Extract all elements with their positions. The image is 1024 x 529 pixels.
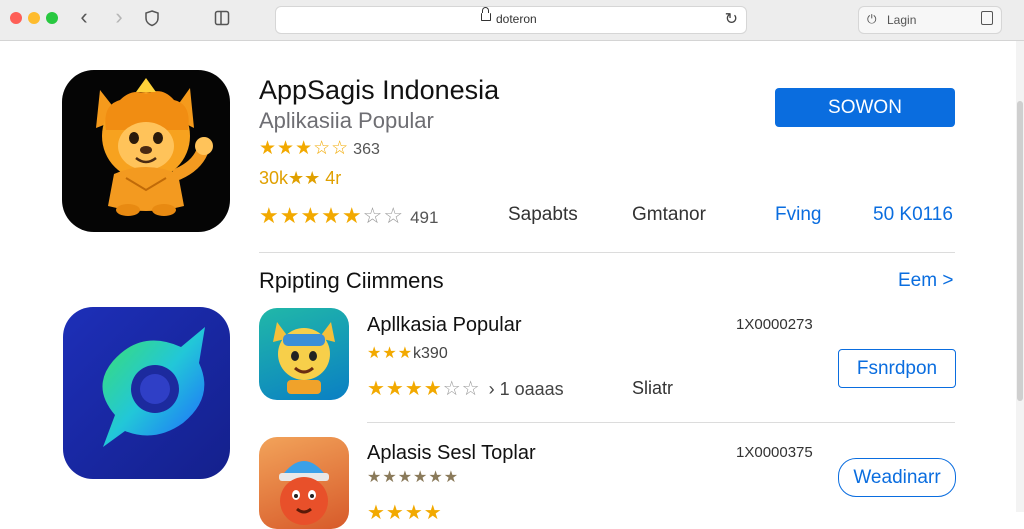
app-rating-detail: ★★★★★☆☆ 491 [259, 203, 438, 229]
list-item-meta: Sliatr [632, 378, 674, 398]
login-button[interactable]: ⏻ Lagin [858, 6, 1002, 34]
url-text: doteron [496, 12, 537, 26]
app-icon-chat[interactable] [63, 307, 230, 479]
login-label: Lagin [887, 13, 917, 27]
rating-stars-filled: ★★★★★ [259, 203, 363, 228]
minimize-window-button[interactable] [28, 12, 40, 24]
page-scrollbar[interactable] [1016, 41, 1024, 512]
list-item-rank: 1X0000375 [736, 444, 813, 461]
lock-icon [481, 7, 491, 21]
list-item-icon[interactable] [259, 308, 349, 400]
list-item-stars: ★★★★ [367, 500, 443, 525]
list-item-stars: ★★★★☆☆ › 1 oaaas [367, 376, 564, 401]
rating-stars: ★★★☆☆ [259, 138, 350, 159]
list-item-rank: 1X0000273 [736, 316, 813, 333]
stat-downloads[interactable]: 50 K0116 [873, 204, 953, 226]
stat-rating-link[interactable]: Fving [775, 204, 821, 226]
zoom-window-button[interactable] [46, 12, 58, 24]
rating-stars-empty: ☆☆ [362, 203, 405, 228]
rating-count: 363 [353, 141, 380, 158]
list-item-rating-small: ★★★k390 [367, 343, 448, 363]
close-window-button[interactable] [10, 12, 22, 24]
sidebar-icon[interactable] [213, 9, 231, 27]
rating-stars-filled: ★★★★ [367, 378, 443, 400]
rating-stars: ★★★ [367, 345, 414, 362]
list-item-title[interactable]: Apllkasia Popular [367, 314, 522, 337]
app-icon-mascot[interactable] [62, 70, 230, 232]
app-subtitle: Aplikasiia Popular [259, 108, 434, 133]
rating-count: k390 [413, 345, 448, 362]
rating-stars: ★★★★★★ [367, 469, 460, 486]
power-icon: ⏻ [867, 12, 877, 26]
browser-toolbar: ‹ › doteron ↻ ⏻ Lagin [0, 0, 1024, 41]
row-divider [367, 422, 955, 423]
rating-stars-filled: ★★★★ [367, 502, 443, 524]
reload-icon[interactable]: ↻ [725, 9, 738, 29]
section-divider [259, 252, 955, 253]
rating-count: 491 [410, 208, 439, 227]
list-item-action-button[interactable]: Fsnrdpon [838, 349, 956, 388]
list-item-rating-small: ★★★★★★ [367, 467, 459, 487]
list-item-icon[interactable] [259, 437, 349, 529]
stat-category: Gmtanor [632, 204, 706, 225]
see-all-link[interactable]: Eem > [898, 270, 953, 292]
app-title: AppSagis Indonesia [259, 75, 500, 105]
share-icon[interactable] [981, 11, 993, 25]
list-item-action-button[interactable]: Weadinarr [838, 458, 956, 497]
address-bar[interactable]: doteron ↻ [275, 6, 747, 34]
get-button[interactable]: SOWON [775, 88, 955, 127]
scrollbar-thumb[interactable] [1017, 101, 1023, 401]
rating-count: › 1 oaaas [488, 379, 564, 399]
app-rating-secondary: 30k★★ 4r [259, 168, 342, 188]
rating-stars-empty: ☆☆ [442, 378, 481, 400]
back-icon[interactable]: ‹ [72, 6, 96, 30]
forward-icon[interactable]: › [107, 6, 131, 30]
stat-size: Sapabts [508, 204, 578, 225]
list-item-title[interactable]: Aplasis Sesl Toplar [367, 442, 536, 465]
app-rating-summary: ★★★☆☆ 363 [259, 137, 380, 160]
section-title: Rpipting Ciimmens [259, 268, 444, 293]
shield-icon[interactable] [143, 9, 161, 27]
